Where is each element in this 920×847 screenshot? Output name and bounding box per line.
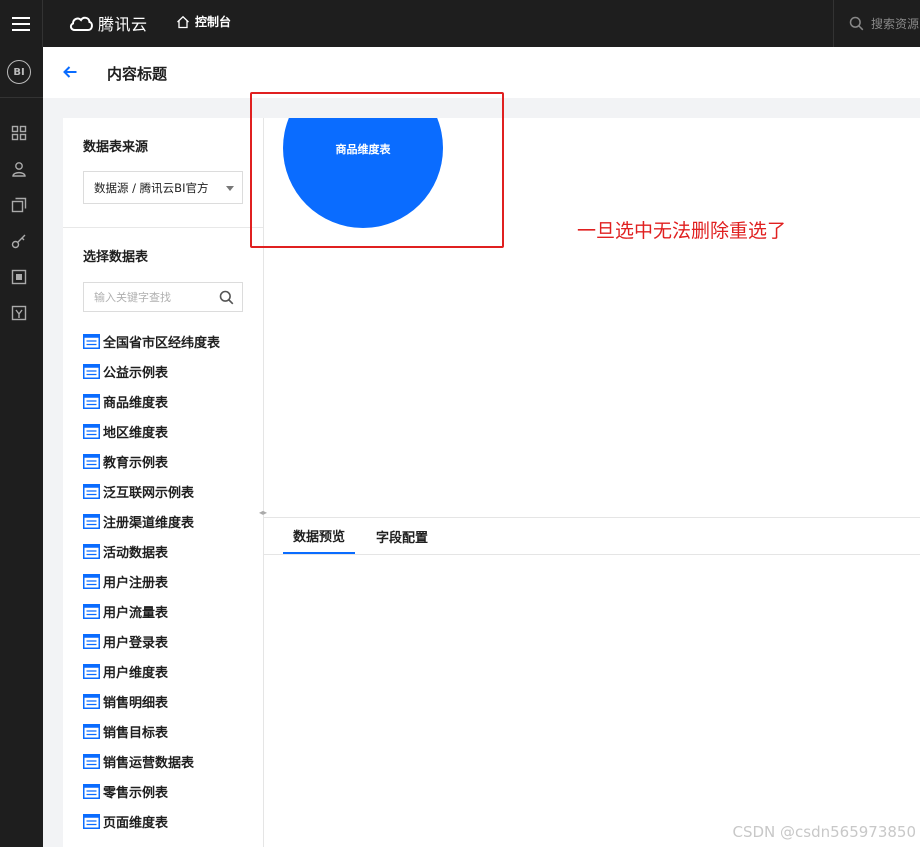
table-node[interactable]: 商品维度表 bbox=[283, 118, 443, 228]
console-label: 控制台 bbox=[195, 15, 232, 29]
top-bar: 腾讯云 控制台 搜索资源 bbox=[0, 0, 920, 47]
package-icon[interactable] bbox=[11, 305, 27, 321]
table-item[interactable]: 全国省市区经纬度表 bbox=[83, 326, 258, 356]
table-item-label: 全国省市区经纬度表 bbox=[103, 335, 221, 351]
table-item-label: 商品维度表 bbox=[103, 395, 169, 411]
table-icon bbox=[83, 753, 100, 769]
detail-area: 数据预览 字段配置 bbox=[264, 517, 920, 847]
table-item[interactable]: 地区维度表 bbox=[83, 416, 258, 446]
table-icon bbox=[83, 543, 100, 559]
table-item[interactable]: 销售运营数据表 bbox=[83, 746, 258, 776]
table-item[interactable]: 用户流量表 bbox=[83, 596, 258, 626]
table-item-label: 用户流量表 bbox=[103, 605, 169, 621]
search-icon[interactable] bbox=[219, 290, 234, 305]
table-item[interactable]: 销售明细表 bbox=[83, 686, 258, 716]
table-item-label: 零售示例表 bbox=[103, 785, 169, 801]
brand-logo[interactable]: 腾讯云 bbox=[68, 11, 148, 35]
search-icon bbox=[849, 16, 864, 31]
table-icon bbox=[83, 453, 100, 469]
key-icon[interactable] bbox=[11, 233, 27, 249]
model-canvas[interactable]: 商品维度表 bbox=[264, 118, 920, 517]
table-icon bbox=[83, 783, 100, 799]
table-icon bbox=[83, 393, 100, 409]
table-item[interactable]: 用户登录表 bbox=[83, 626, 258, 656]
tab-field-config[interactable]: 字段配置 bbox=[366, 518, 438, 554]
bi-logo[interactable]: BI bbox=[7, 60, 31, 84]
table-node-label: 商品维度表 bbox=[335, 143, 391, 156]
table-item-label: 销售目标表 bbox=[103, 725, 169, 741]
table-icon bbox=[83, 633, 100, 649]
table-item[interactable]: 页面维度表 bbox=[83, 806, 258, 836]
dashboard-grid-icon[interactable] bbox=[11, 125, 27, 141]
table-icon bbox=[83, 363, 100, 379]
table-item[interactable]: 公益示例表 bbox=[83, 356, 258, 386]
table-item[interactable]: 泛互联网示例表 bbox=[83, 476, 258, 506]
table-icon bbox=[83, 483, 100, 499]
table-item-label: 公益示例表 bbox=[103, 365, 169, 381]
layers-icon[interactable] bbox=[11, 197, 27, 213]
table-item-label: 地区维度表 bbox=[103, 425, 169, 441]
table-item-label: 用户注册表 bbox=[103, 575, 169, 591]
source-section-title: 数据表来源 bbox=[83, 140, 149, 155]
source-select[interactable]: 数据源 / 腾讯云BI官方 bbox=[83, 171, 243, 204]
data-source-panel: 数据表来源 数据源 / 腾讯云BI官方 选择数据表 输入关键字查找 全国省市区经… bbox=[63, 118, 263, 847]
splitter-handle-icon[interactable]: ◂▸ bbox=[256, 507, 270, 517]
table-item-label: 注册渠道维度表 bbox=[103, 515, 195, 531]
table-item-label: 活动数据表 bbox=[103, 545, 169, 561]
table-item[interactable]: 教育示例表 bbox=[83, 446, 258, 476]
table-icon bbox=[83, 693, 100, 709]
tabs-divider bbox=[264, 554, 920, 555]
source-select-value: 数据源 / 腾讯云BI官方 bbox=[94, 180, 209, 195]
tab-data-preview[interactable]: 数据预览 bbox=[283, 518, 356, 554]
brand-name: 腾讯云 bbox=[98, 15, 148, 34]
page-title: 内容标题 bbox=[107, 65, 168, 83]
table-search-placeholder: 输入关键字查找 bbox=[94, 291, 171, 304]
table-item[interactable]: 活动数据表 bbox=[83, 536, 258, 566]
table-icon bbox=[83, 333, 100, 349]
table-item[interactable]: 商品维度表 bbox=[83, 386, 258, 416]
back-arrow-icon[interactable] bbox=[62, 64, 78, 80]
table-item[interactable]: 用户维度表 bbox=[83, 656, 258, 686]
table-item-label: 销售运营数据表 bbox=[103, 755, 195, 771]
console-link[interactable]: 控制台 bbox=[176, 13, 231, 30]
page-header: 内容标题 bbox=[43, 47, 920, 98]
table-icon bbox=[83, 423, 100, 439]
table-icon bbox=[83, 513, 100, 529]
table-item-label: 销售明细表 bbox=[103, 695, 169, 711]
global-search[interactable]: 搜索资源 bbox=[833, 0, 920, 47]
table-item[interactable]: 零售示例表 bbox=[83, 776, 258, 806]
table-item-label: 用户登录表 bbox=[103, 635, 169, 651]
table-search-input[interactable]: 输入关键字查找 bbox=[83, 282, 243, 312]
table-item[interactable]: 用户注册表 bbox=[83, 566, 258, 596]
square-box-icon[interactable] bbox=[11, 269, 27, 285]
global-search-placeholder: 搜索资源 bbox=[871, 17, 920, 31]
table-item-label: 用户维度表 bbox=[103, 665, 169, 681]
watermark: CSDN @csdn565973850 bbox=[732, 823, 916, 841]
table-item-label: 页面维度表 bbox=[103, 815, 169, 831]
caret-down-icon bbox=[226, 186, 234, 191]
table-icon bbox=[83, 723, 100, 739]
left-rail: BI bbox=[0, 47, 43, 847]
annotation-note: 一旦选中无法删除重选了 bbox=[577, 220, 787, 242]
detail-tabs: 数据预览 字段配置 bbox=[283, 518, 438, 554]
table-icon bbox=[83, 603, 100, 619]
table-section-title: 选择数据表 bbox=[83, 250, 149, 265]
menu-icon[interactable] bbox=[0, 0, 43, 47]
table-item-label: 泛互联网示例表 bbox=[103, 485, 195, 501]
table-list: 全国省市区经纬度表 公益示例表商品维度表地区维度表教育示例表泛互联网示例表 注册渠道… bbox=[83, 326, 258, 836]
table-item[interactable]: 销售目标表 bbox=[83, 716, 258, 746]
rail-divider bbox=[0, 97, 43, 98]
table-icon bbox=[83, 573, 100, 589]
home-icon bbox=[177, 15, 189, 28]
table-icon bbox=[83, 813, 100, 829]
cloud-icon bbox=[69, 16, 93, 31]
table-item-label: 教育示例表 bbox=[103, 455, 169, 471]
table-icon bbox=[83, 663, 100, 679]
panel-divider bbox=[63, 227, 263, 228]
table-item[interactable]: 注册渠道维度表 bbox=[83, 506, 258, 536]
user-icon[interactable] bbox=[11, 161, 27, 177]
